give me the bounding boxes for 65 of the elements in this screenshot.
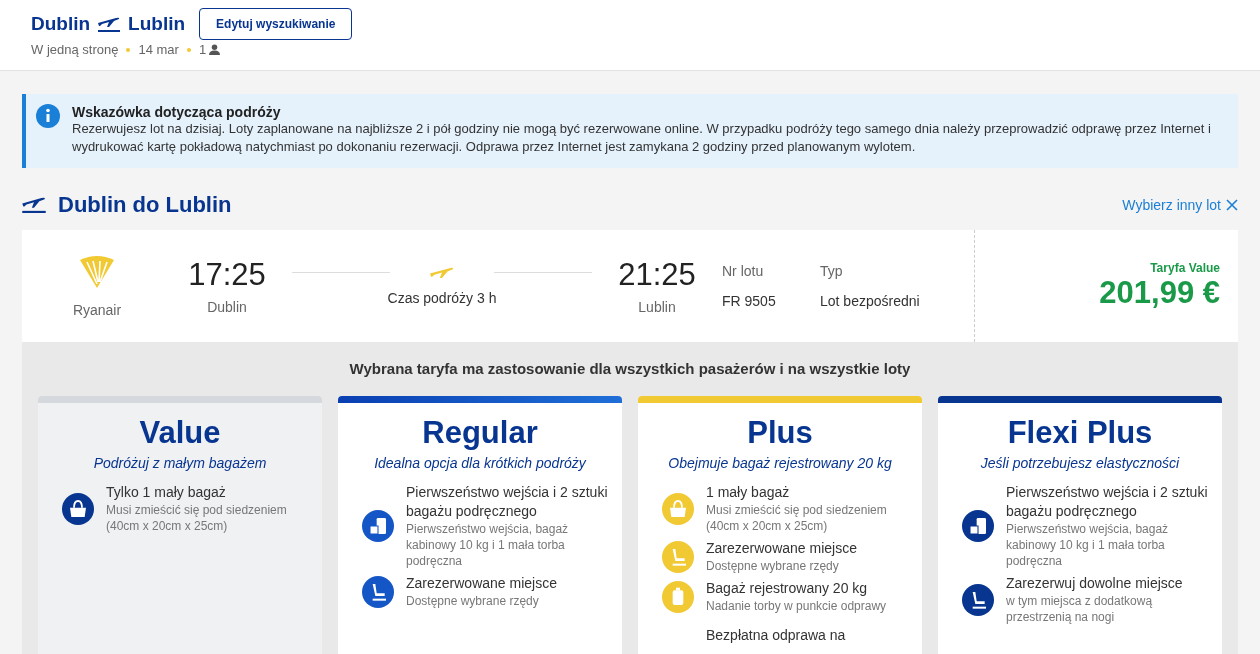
airline-name: Ryanair: [72, 302, 122, 318]
bag-icon: [62, 492, 94, 525]
feature-title: Zarezerwowane miejsce: [406, 574, 557, 593]
feature-detail: Pierwszeństwo wejścia, bagaż kabinowy 10 kg i 1 mała torba podręczna: [406, 521, 570, 569]
fare-name: Flexi Plus: [1006, 415, 1154, 451]
feature-detail: Musi zmieścić się pod siedzeniem (40cm x 20cm x 25cm): [106, 502, 288, 534]
flight-number-label: Nr lotu: [722, 263, 764, 279]
departure-time: 17:25: [188, 257, 266, 293]
feature-detail: Pierwszeństwo wejścia, bagaż kabinowy 10 kg i 1 mała torba podręczna: [1006, 521, 1170, 569]
dot-icon: [186, 47, 191, 52]
feature-title: Pierwszeństwo wejścia i 2 sztuki bagażu podręcznego: [1006, 483, 1208, 521]
notice-title: Wskazówka dotycząca podróży: [72, 104, 282, 120]
flight-type-label: Typ: [820, 263, 843, 279]
close-icon: [1226, 199, 1238, 211]
plane-icon: [98, 16, 121, 32]
feature-detail: Musi zmieścić się pod siedzeniem (40cm x 20cm x 25cm): [706, 502, 888, 534]
feature-title: Zarezerwowane miejsce: [706, 539, 857, 558]
fare-name: Plus: [746, 415, 814, 451]
bag-icon: [662, 492, 694, 525]
passenger-count: 1: [198, 42, 207, 57]
route-origin: Dublin: [31, 13, 91, 35]
feature-detail: Dostępne wybrane rzędy: [706, 558, 840, 574]
fare-name: Regular: [421, 415, 539, 451]
feature-detail: Dostępne wybrane rzędy: [406, 593, 540, 609]
feature-title: Bagaż rejestrowany 20 kg: [706, 579, 869, 598]
feature-title: Zarezerwuj dowolne miejsce: [1006, 574, 1184, 593]
luggage-icon: [362, 510, 394, 542]
fare-tagline: Obejmuje bagaż rejestrowany 20 kg: [667, 455, 893, 471]
harp-logo-icon: [77, 254, 117, 290]
edit-search-button[interactable]: Edytuj wyszukiwanie: [199, 8, 353, 40]
route-destination: Lublin: [128, 13, 186, 35]
arrival-time: 21:25: [618, 257, 696, 293]
plane-icon: [430, 266, 454, 278]
feature-title: 1 mały bagaż: [706, 483, 791, 502]
feature-title: Bezpłatna odprawa na: [706, 625, 846, 645]
trip-date: 14 mar: [138, 42, 179, 57]
plane-icon: [22, 197, 46, 213]
seat-icon: [962, 583, 994, 616]
fare-name: Value: [138, 415, 222, 451]
feature-detail: w tym miejsca z dodatkową przestrzenią na nogi: [1006, 593, 1154, 625]
flight-type: Lot bezpośredni: [820, 293, 920, 309]
fares-note: Wybrana taryfa ma zastosowanie dla wszystkich pasażerów i na wszystkie loty: [348, 360, 912, 377]
feature-title: Tylko 1 mały bagaż: [106, 483, 227, 502]
info-icon: [36, 104, 60, 128]
fare-tagline: Idealna opcja dla krótkich podróży: [373, 455, 588, 471]
seat-icon: [662, 540, 694, 573]
feature-title: Pierwszeństwo wejścia i 2 sztuki bagażu podręcznego: [406, 483, 608, 521]
fare-price: 201,99 €: [1099, 275, 1220, 311]
luggage-icon: [962, 510, 994, 542]
suitcase-icon: [662, 580, 694, 613]
feature-detail: Nadanie torby w punkcie odprawy: [706, 598, 887, 614]
arrival-city: Lublin: [638, 299, 676, 315]
change-flight-link[interactable]: Wybierz inny lot: [1122, 197, 1238, 213]
person-icon: [209, 44, 221, 55]
seat-icon: [362, 575, 394, 608]
fare-label: Taryfa Value: [1150, 261, 1220, 275]
section-title: Dublin do Lublin: [58, 192, 232, 218]
fare-tagline: Jeśli potrzebujesz elastyczności: [979, 455, 1181, 471]
dot-icon: [126, 47, 131, 52]
flight-number: FR 9505: [722, 293, 776, 309]
notice-text: Rezerwujesz lot na dzisiaj. Loty zaplanowane na najbliższe 2 i pół godziny nie mogą być rezerwowane online. W przypadku podróży tego samego dnia należy przeprowadzić odprawę przez Internet i wydrukować kartę pokładową natychmiast po dokonaniu rezerwacji. Odprawa przez Internet jest zamykana 2 godziny przed planowanym wylotem.: [72, 120, 1212, 156]
fare-tagline: Podróżuj z małym bagażem: [92, 455, 268, 471]
trip-type: W jedną stronę: [31, 42, 119, 57]
departure-city: Dublin: [207, 299, 247, 315]
flight-duration: Czas podróży 3 h: [387, 289, 497, 306]
